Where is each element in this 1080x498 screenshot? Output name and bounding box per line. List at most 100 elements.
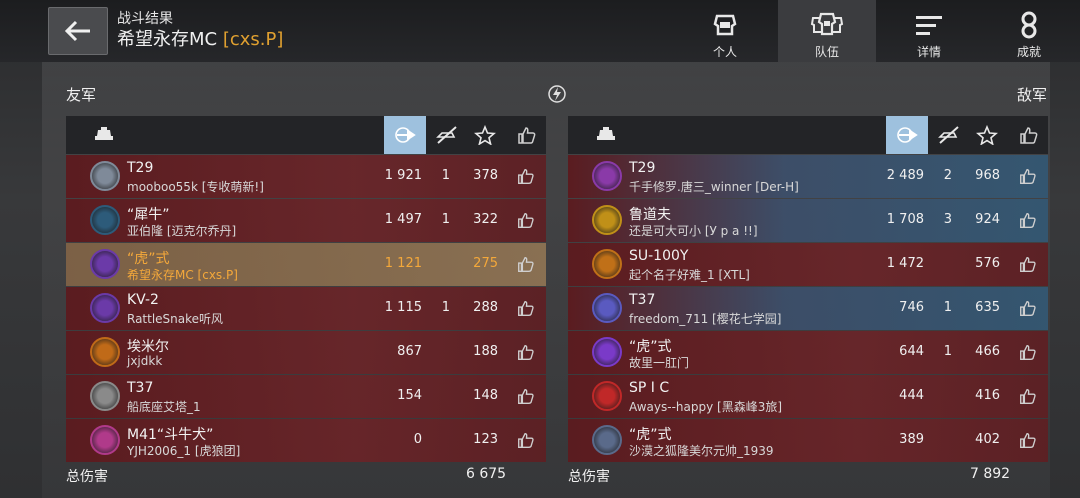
player-row[interactable]: 鲁道夫 还是可大可小 [У р а !!] 1 708 3 924 [568, 199, 1048, 242]
rank-badge-icon [592, 205, 622, 235]
column-kills[interactable] [930, 116, 968, 154]
damage-value: 1 115 [384, 300, 422, 315]
like-icon [1020, 432, 1036, 448]
like-icon [1020, 256, 1036, 272]
tank-name: 鲁道夫 [629, 207, 671, 223]
player-clan: [cxs.P] [222, 29, 284, 50]
player-row[interactable]: T37 freedom_711 [樱花七学园] 746 1 635 [568, 287, 1048, 330]
player-row[interactable]: T29 千手修罗.唐三_winner [Der-H] 2 489 2 968 [568, 155, 1048, 198]
tank-name: T37 [629, 292, 656, 308]
player-row[interactable]: T29 mooboo55k [专收萌新!] 1 921 1 378 [66, 155, 546, 198]
like-icon [518, 432, 534, 448]
back-button[interactable] [48, 7, 108, 55]
enemies-total-label: 总伤害 [568, 469, 610, 485]
xp-value: 576 [975, 256, 1000, 271]
allies-table-header [66, 116, 546, 154]
like-icon [518, 300, 534, 316]
player-row[interactable]: M41“斗牛犬” YJH2006_1 [虎狼团] 0 123 [66, 419, 546, 462]
like-icon [1020, 212, 1036, 228]
like-button[interactable] [516, 210, 536, 230]
player-row[interactable]: SP I C Aways--happy [黑森峰3旅] 444 416 [568, 375, 1048, 418]
allies-title: 友军 [66, 86, 97, 104]
top-bar: 战斗结果 希望永存MC [cxs.P] 个人 队伍 详情 成就 [0, 0, 1080, 62]
kills-value: 1 [943, 300, 952, 315]
player-row[interactable]: “虎”式 沙漠之狐隆美尔元帅_1939 389 402 [568, 419, 1048, 462]
rank-badge-icon [90, 161, 120, 191]
player-helmet-icon [713, 14, 737, 36]
xp-star-icon [976, 125, 998, 145]
damage-value: 154 [397, 388, 422, 403]
like-button[interactable] [1018, 166, 1038, 186]
xp-value: 635 [975, 300, 1000, 315]
column-kills[interactable] [428, 116, 466, 154]
allies-total-label: 总伤害 [66, 469, 108, 485]
damage-value: 746 [899, 300, 924, 315]
column-like[interactable] [1014, 116, 1044, 154]
enemies-table: T29 千手修罗.唐三_winner [Der-H] 2 489 2 968 鲁道夫 还是可… [568, 116, 1048, 462]
player-row[interactable]: KV-2 RattleSnake听风 1 115 1 288 [66, 287, 546, 330]
player-row[interactable]: “犀牛” 亚伯隆 [迈克尔乔丹] 1 497 1 322 [66, 199, 546, 242]
like-button[interactable] [1018, 342, 1038, 362]
kills-value: 1 [943, 344, 952, 359]
damage-value: 389 [899, 432, 924, 447]
tank-icon [597, 127, 615, 140]
like-button[interactable] [516, 430, 536, 450]
column-tank[interactable] [90, 116, 118, 154]
like-button[interactable] [516, 298, 536, 318]
player-name: Aways--happy [黑森峰3旅] [629, 400, 783, 414]
like-icon [1020, 168, 1036, 184]
player-row[interactable]: “虎”式 希望永存MC [cxs.P] 1 121 275 [66, 243, 546, 286]
xp-value: 275 [473, 256, 498, 271]
player-name: 希望永存MC [cxs.P] [127, 268, 238, 282]
enemies-table-header [568, 116, 1048, 154]
rank-badge-icon [90, 249, 120, 279]
column-damage[interactable] [886, 116, 928, 154]
player-row[interactable]: T37 船底座艾塔_1 154 148 [66, 375, 546, 418]
like-icon [518, 388, 534, 404]
tab-achievements-label: 成就 [1016, 45, 1041, 59]
player-name: 希望永存MC [117, 29, 218, 50]
tab-achievements[interactable]: 成就 [980, 0, 1078, 62]
column-tank[interactable] [592, 116, 620, 154]
like-button[interactable] [1018, 210, 1038, 230]
column-xp-star[interactable] [468, 116, 502, 154]
like-button[interactable] [1018, 254, 1038, 274]
player-name: mooboo55k [专收萌新!] [127, 180, 264, 194]
column-like[interactable] [512, 116, 542, 154]
rank-badge-icon [592, 249, 622, 279]
player-title: 希望永存MC [cxs.P] [117, 28, 283, 52]
like-button[interactable] [516, 386, 536, 406]
player-row[interactable]: SU-100Y 起个名子好难_1 [XTL] 1 472 576 [568, 243, 1048, 286]
like-button[interactable] [1018, 298, 1038, 318]
damage-value: 867 [397, 344, 422, 359]
arrow-left-icon [64, 20, 90, 42]
like-button[interactable] [516, 254, 536, 274]
tab-details[interactable]: 详情 [880, 0, 978, 62]
tank-icon [95, 127, 113, 140]
like-button[interactable] [516, 342, 536, 362]
like-button[interactable] [516, 166, 536, 186]
enemies-title: 敌军 [1017, 86, 1048, 104]
column-damage[interactable] [384, 116, 426, 154]
tab-personal[interactable]: 个人 [676, 0, 774, 62]
details-lines-icon [916, 16, 942, 35]
like-icon [1020, 388, 1036, 404]
player-name: 起个名子好难_1 [XTL] [629, 268, 750, 282]
xp-value: 968 [975, 168, 1000, 183]
rank-badge-icon [90, 293, 120, 323]
column-xp-star[interactable] [970, 116, 1004, 154]
like-icon [1020, 344, 1036, 360]
player-name: 还是可大可小 [У р а !!] [629, 224, 758, 238]
like-button[interactable] [1018, 430, 1038, 450]
player-row[interactable]: “虎”式 故里一肛门 644 1 466 [568, 331, 1048, 374]
damage-icon [897, 127, 918, 143]
tab-team-label: 队伍 [814, 45, 839, 59]
player-row[interactable]: 埃米尔 jxjdkk 867 188 [66, 331, 546, 374]
tab-team[interactable]: 队伍 [778, 0, 876, 62]
rank-badge-icon [90, 425, 120, 455]
like-button[interactable] [1018, 386, 1038, 406]
damage-value: 1 472 [886, 256, 924, 271]
rank-badge-icon [90, 205, 120, 235]
kills-icon [436, 126, 457, 144]
player-name: RattleSnake听风 [127, 312, 224, 326]
